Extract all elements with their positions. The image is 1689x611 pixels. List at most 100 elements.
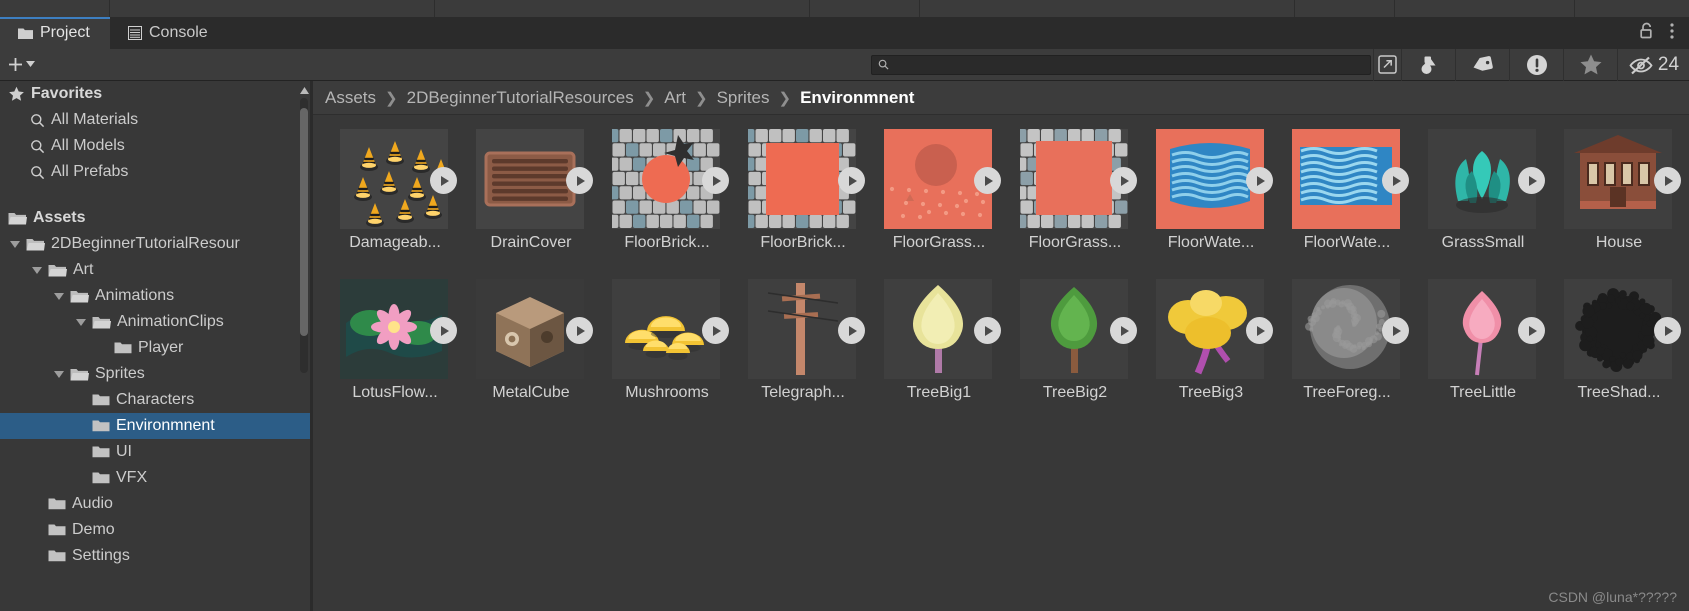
asset-grid: Damageab... DrainCover FloorBrick... FloorB…	[313, 115, 1689, 611]
sub-asset-expand-icon[interactable]	[974, 167, 1001, 194]
tree-node-sprites[interactable]: Sprites	[0, 361, 310, 387]
sub-asset-expand-icon[interactable]	[1654, 167, 1681, 194]
tree-favorite-all-models[interactable]: All Models	[0, 133, 310, 159]
tree-favorite-all-materials[interactable]: All Materials	[0, 107, 310, 133]
sub-asset-expand-icon[interactable]	[1518, 167, 1545, 194]
tree-item-label: All Models	[51, 137, 125, 154]
breadcrumb-separator: ❯	[385, 89, 398, 107]
filter-favorite-button[interactable]	[1563, 48, 1617, 81]
asset-item[interactable]: Telegraph...	[735, 279, 871, 429]
sub-asset-expand-icon[interactable]	[566, 167, 593, 194]
asset-item[interactable]: FloorBrick...	[735, 129, 871, 279]
tree-node-ui[interactable]: UI	[0, 439, 310, 465]
tree-favorites-root[interactable]: Favorites	[0, 81, 310, 107]
asset-label: TreeBig3	[1178, 384, 1244, 401]
asset-content-panel: Assets ❯ 2DBeginnerTutorialResources ❯ Art ❯ S…	[313, 81, 1689, 611]
asset-item[interactable]: FloorBrick...	[599, 129, 735, 279]
tree-node-audio[interactable]: Audio	[0, 491, 310, 517]
tree-node-player[interactable]: Player	[0, 335, 310, 361]
asset-item[interactable]: MetalCube	[463, 279, 599, 429]
asset-item[interactable]: Damageab...	[327, 129, 463, 279]
sub-asset-expand-icon[interactable]	[1382, 167, 1409, 194]
sub-asset-expand-icon[interactable]	[566, 317, 593, 344]
asset-item[interactable]: TreeBig2	[1007, 279, 1143, 429]
asset-item[interactable]: DrainCover	[463, 129, 599, 279]
tree-node-animationclips[interactable]: AnimationClips	[0, 309, 310, 335]
asset-item[interactable]: LotusFlow...	[327, 279, 463, 429]
caret-expanded-icon[interactable]	[8, 236, 22, 253]
sub-asset-expand-icon[interactable]	[838, 167, 865, 194]
scrollbar-thumb[interactable]	[300, 108, 308, 336]
asset-label: House	[1595, 234, 1643, 251]
project-tree-panel: Favorites All Materials All Models All P…	[0, 81, 310, 611]
breadcrumb-item-art[interactable]: Art	[664, 88, 686, 108]
tree-node-demo[interactable]: Demo	[0, 517, 310, 543]
caret-expanded-icon[interactable]	[74, 314, 88, 331]
asset-item[interactable]: FloorGrass...	[871, 129, 1007, 279]
asset-item[interactable]: TreeForeg...	[1279, 279, 1415, 429]
search-input[interactable]	[894, 57, 1334, 72]
tree-assets-root[interactable]: Assets	[0, 205, 310, 231]
caret-expanded-icon[interactable]	[52, 288, 66, 305]
folder-icon	[48, 523, 66, 537]
tree-scrollbar[interactable]	[298, 84, 309, 387]
asset-item[interactable]: TreeBig3	[1143, 279, 1279, 429]
filter-warning-button[interactable]	[1509, 48, 1563, 81]
tree-node-animations[interactable]: Animations	[0, 283, 310, 309]
asset-item[interactable]: FloorWate...	[1279, 129, 1415, 279]
asset-item[interactable]: Mushrooms	[599, 279, 735, 429]
tab-console[interactable]: Console	[110, 17, 270, 49]
asset-item[interactable]: TreeLittle	[1415, 279, 1551, 429]
tree-node-2dbeginnertutorialresour[interactable]: 2DBeginnerTutorialResour	[0, 231, 310, 257]
caret-expanded-icon[interactable]	[52, 366, 66, 383]
tree-favorite-all-prefabs[interactable]: All Prefabs	[0, 159, 310, 185]
sub-asset-expand-icon[interactable]	[1246, 317, 1273, 344]
asset-item[interactable]: GrassSmall	[1415, 129, 1551, 279]
breadcrumb-item-2dbeginnertutorialresources[interactable]: 2DBeginnerTutorialResources	[407, 88, 634, 108]
breadcrumb-separator: ❯	[695, 89, 708, 107]
create-asset-button[interactable]	[3, 55, 40, 74]
scroll-up-arrow[interactable]	[299, 84, 309, 96]
tree-node-art[interactable]: Art	[0, 257, 310, 283]
kebab-menu-icon[interactable]	[1669, 22, 1675, 44]
breadcrumb-item-assets[interactable]: Assets	[325, 88, 376, 108]
hidden-assets-toggle[interactable]: 24	[1617, 48, 1689, 81]
search-expand-button[interactable]	[1373, 48, 1401, 81]
tree-node-list: 2DBeginnerTutorialResour Art Animations Ani…	[0, 231, 310, 569]
asset-item[interactable]: FloorWate...	[1143, 129, 1279, 279]
sub-asset-expand-icon[interactable]	[702, 317, 729, 344]
sub-asset-expand-icon[interactable]	[1246, 167, 1273, 194]
sub-asset-expand-icon[interactable]	[702, 167, 729, 194]
asset-item[interactable]: TreeShad...	[1551, 279, 1687, 429]
caret-expanded-icon[interactable]	[30, 262, 44, 279]
sub-asset-expand-icon[interactable]	[1382, 317, 1409, 344]
asset-item[interactable]: TreeBig1	[871, 279, 1007, 429]
breadcrumb-item-sprites[interactable]: Sprites	[717, 88, 770, 108]
sub-asset-expand-icon[interactable]	[1654, 317, 1681, 344]
tree-node-settings[interactable]: Settings	[0, 543, 310, 569]
sub-asset-expand-icon[interactable]	[430, 167, 457, 194]
asset-item[interactable]: FloorGrass...	[1007, 129, 1143, 279]
search-input-box[interactable]	[871, 54, 1371, 75]
filter-by-type-button[interactable]	[1401, 48, 1455, 81]
tree-node-label: UI	[116, 443, 132, 460]
sub-asset-expand-icon[interactable]	[974, 317, 1001, 344]
sub-asset-expand-icon[interactable]	[430, 317, 457, 344]
sub-asset-expand-icon[interactable]	[838, 317, 865, 344]
sub-asset-expand-icon[interactable]	[1110, 167, 1137, 194]
asset-item[interactable]: House	[1551, 129, 1687, 279]
filter-by-label-button[interactable]	[1455, 48, 1509, 81]
tree-node-label: Art	[73, 261, 94, 278]
folder-icon	[92, 393, 110, 407]
breadcrumb-item-environmnent[interactable]: Environmnent	[800, 88, 914, 108]
asset-label: Mushrooms	[625, 384, 709, 401]
window-controls	[1639, 17, 1681, 49]
tree-node-characters[interactable]: Characters	[0, 387, 310, 413]
lock-open-icon[interactable]	[1639, 22, 1655, 44]
sub-asset-expand-icon[interactable]	[1518, 317, 1545, 344]
tree-node-environmnent[interactable]: Environmnent	[0, 413, 310, 439]
tab-project[interactable]: Project	[0, 17, 110, 49]
tree-node-vfx[interactable]: VFX	[0, 465, 310, 491]
sub-asset-expand-icon[interactable]	[1110, 317, 1137, 344]
folder-open-icon	[8, 211, 27, 226]
